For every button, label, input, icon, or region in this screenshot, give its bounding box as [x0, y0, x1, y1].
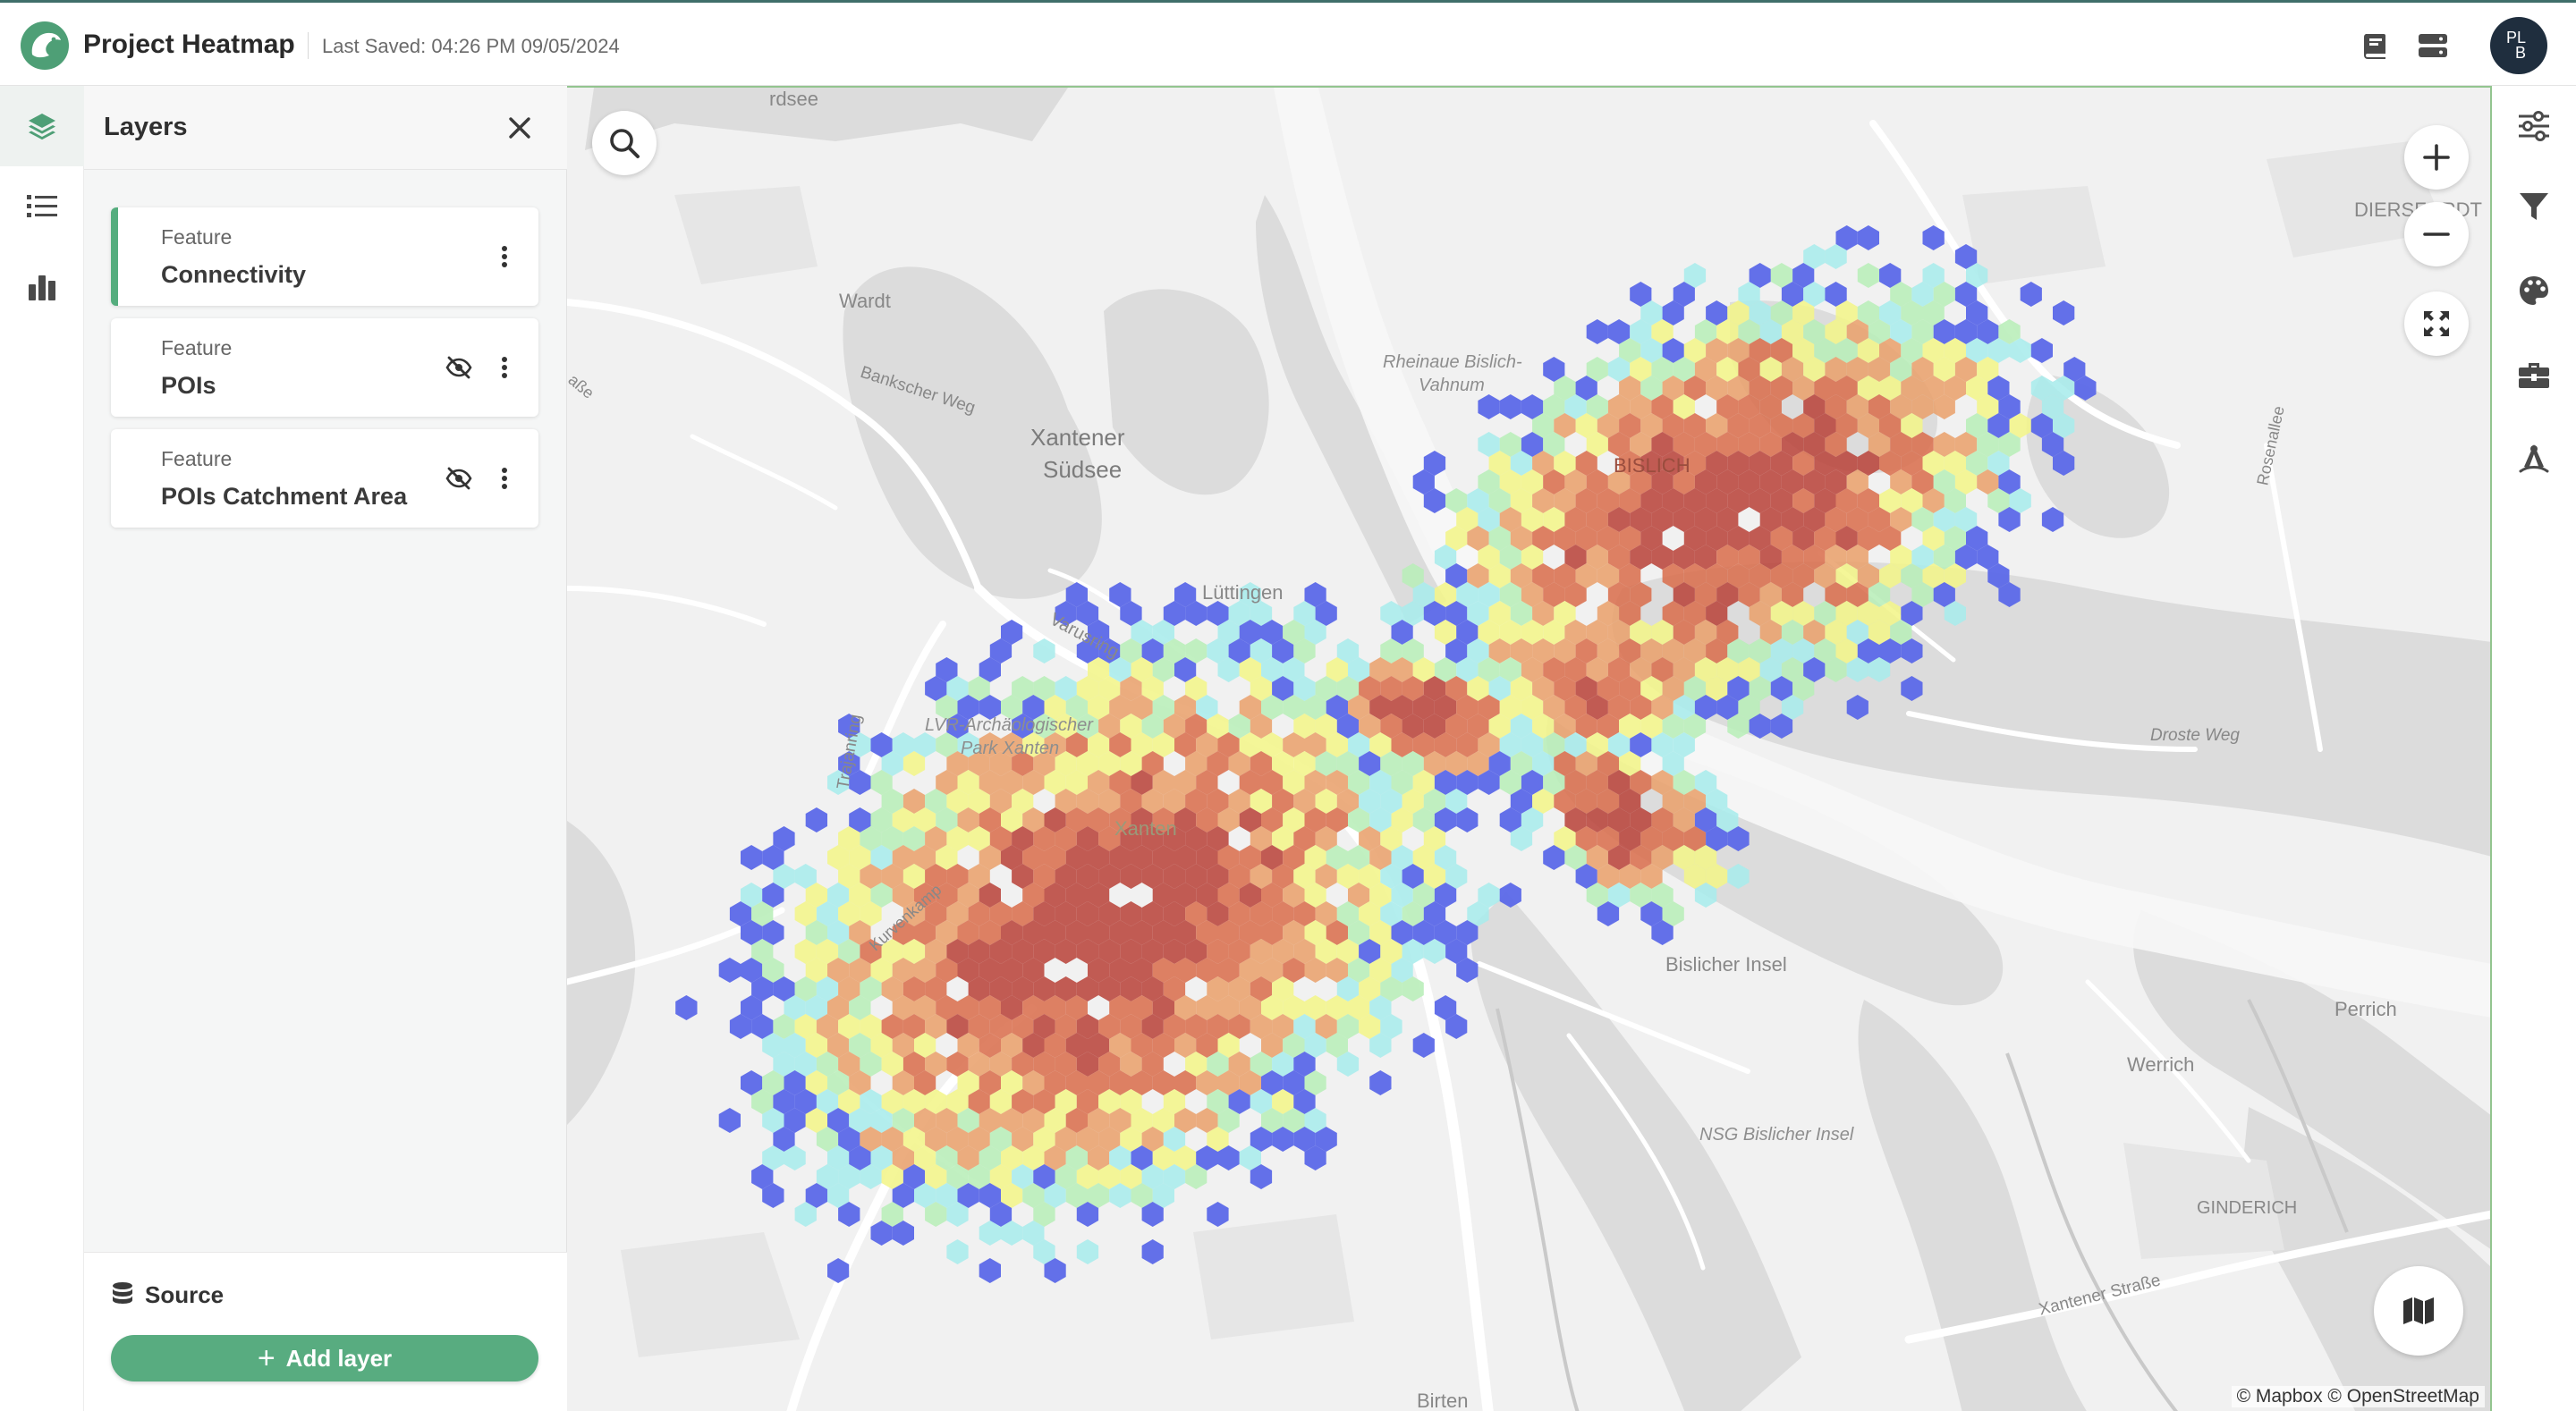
- layer-name-label: Connectivity: [161, 261, 307, 288]
- rail-charts-button[interactable]: [0, 247, 84, 327]
- layer-more-button[interactable]: [492, 352, 517, 383]
- source-label: Source: [145, 1280, 225, 1308]
- app-title: Project Heatmap: [83, 30, 295, 59]
- plus-icon: +: [257, 1341, 275, 1375]
- layer-type-label: Feature: [161, 447, 233, 470]
- more-vertical-icon: [502, 357, 507, 378]
- map-label: Vahnum: [1419, 376, 1485, 395]
- sliders-icon: [2519, 111, 2549, 141]
- layer-card-pois[interactable]: Feature POIs: [111, 318, 538, 417]
- last-saved-label: Last Saved:: [322, 35, 427, 57]
- map-label: Lüttingen: [1202, 581, 1284, 604]
- zoom-out-button[interactable]: [2404, 202, 2469, 266]
- layer-more-button[interactable]: [492, 463, 517, 494]
- app-logo-icon[interactable]: [20, 21, 70, 71]
- layer-card-connectivity[interactable]: Feature Connectivity: [111, 207, 538, 306]
- chart-icon: [29, 275, 55, 300]
- draw-icon: [2519, 444, 2549, 473]
- user-avatar[interactable]: PL B: [2490, 17, 2547, 74]
- title-divider: [308, 32, 309, 59]
- map-label: Südsee: [1043, 456, 1123, 483]
- avatar-initials-bottom: B: [2515, 44, 2527, 62]
- layer-card-pois-catchment[interactable]: Feature POIs Catchment Area: [111, 429, 538, 528]
- filter-button[interactable]: [2492, 166, 2576, 247]
- map-label: Rheinaue Bislich-: [1383, 352, 1522, 372]
- basemap-icon: [2403, 1297, 2434, 1324]
- map-label: BISLICH: [1614, 454, 1690, 477]
- layers-panel-title: Layers: [104, 113, 188, 141]
- map-label: Werrich: [2127, 1053, 2195, 1076]
- palette-icon: [2520, 276, 2548, 305]
- layer-more-button[interactable]: [492, 241, 517, 272]
- toolbox-button[interactable]: [2492, 334, 2576, 415]
- map-label: GINDERICH: [2197, 1198, 2298, 1218]
- map-label: Birten: [1417, 1390, 1469, 1411]
- zoom-in-icon: [2423, 144, 2450, 171]
- database-icon: [113, 1282, 132, 1304]
- rail-layers-button[interactable]: [0, 86, 84, 166]
- layer-type-label: Feature: [161, 336, 233, 359]
- zoom-in-button[interactable]: [2404, 125, 2469, 190]
- map-label: Wardt: [839, 290, 891, 312]
- map-label: Perrich: [2334, 998, 2397, 1020]
- eye-off-icon: [445, 356, 472, 379]
- layers-icon: [29, 114, 55, 140]
- more-vertical-icon: [502, 468, 507, 489]
- layer-name-label: POIs: [161, 372, 216, 399]
- map-label: NSG Bislicher Insel: [1699, 1125, 1854, 1145]
- source-row[interactable]: Source: [111, 1280, 224, 1310]
- map-label: rdsee: [769, 88, 819, 110]
- filter-icon: [2520, 193, 2548, 220]
- map-label: Xanten: [1114, 817, 1177, 840]
- basemap-switch-button[interactable]: [2374, 1266, 2463, 1356]
- close-icon: [509, 117, 530, 139]
- map-label: Xantener: [1030, 424, 1125, 451]
- left-nav-rail: [0, 86, 84, 1411]
- layers-panel: Layers Feature Connectivity Feature POIs: [84, 86, 567, 1411]
- add-layer-button[interactable]: + Add layer: [111, 1335, 538, 1381]
- more-vertical-icon: [502, 246, 507, 267]
- eye-off-icon: [445, 467, 472, 490]
- style-button[interactable]: [2492, 250, 2576, 331]
- last-saved-status: Last Saved: 04:26 PM 09/05/2024: [322, 35, 620, 58]
- layer-visibility-toggle[interactable]: [444, 463, 474, 494]
- map-search-button[interactable]: [592, 111, 657, 175]
- book-icon[interactable]: [2358, 28, 2394, 63]
- map-canvas[interactable]: rdsee Wardt Bankscher Weg Xantener Südse…: [567, 86, 2492, 1411]
- map-attribution[interactable]: © Mapbox © OpenStreetMap: [2231, 1386, 2485, 1407]
- map-label: Park Xanten: [961, 739, 1060, 758]
- fullscreen-button[interactable]: [2404, 291, 2469, 356]
- layout-toggle-icon[interactable]: [2415, 28, 2451, 63]
- layer-settings-button[interactable]: [2492, 86, 2576, 166]
- layers-panel-header: Layers: [84, 86, 567, 170]
- add-layer-label: Add layer: [285, 1344, 393, 1372]
- right-toolbar: [2492, 86, 2576, 1411]
- search-icon: [610, 129, 640, 158]
- last-saved-time: 04:26 PM 09/05/2024: [431, 35, 620, 57]
- app-header: Project Heatmap Last Saved: 04:26 PM 09/…: [0, 0, 2576, 86]
- draw-button[interactable]: [2492, 418, 2576, 499]
- layer-name-label: POIs Catchment Area: [161, 483, 408, 510]
- zoom-out-icon: [2423, 232, 2450, 236]
- list-icon: [27, 195, 57, 217]
- map-label: LVR-Archäologischer: [925, 715, 1093, 735]
- map-label: Bislicher Insel: [1665, 953, 1787, 976]
- layer-type-label: Feature: [161, 225, 233, 249]
- map-label: Droste Weg: [2150, 726, 2240, 745]
- fullscreen-icon: [2424, 311, 2449, 336]
- layer-visibility-toggle[interactable]: [444, 352, 474, 383]
- rail-list-button[interactable]: [0, 166, 84, 247]
- close-panel-button[interactable]: [501, 109, 538, 147]
- toolbox-icon: [2519, 363, 2549, 388]
- layers-panel-footer: Source + Add layer: [84, 1252, 567, 1411]
